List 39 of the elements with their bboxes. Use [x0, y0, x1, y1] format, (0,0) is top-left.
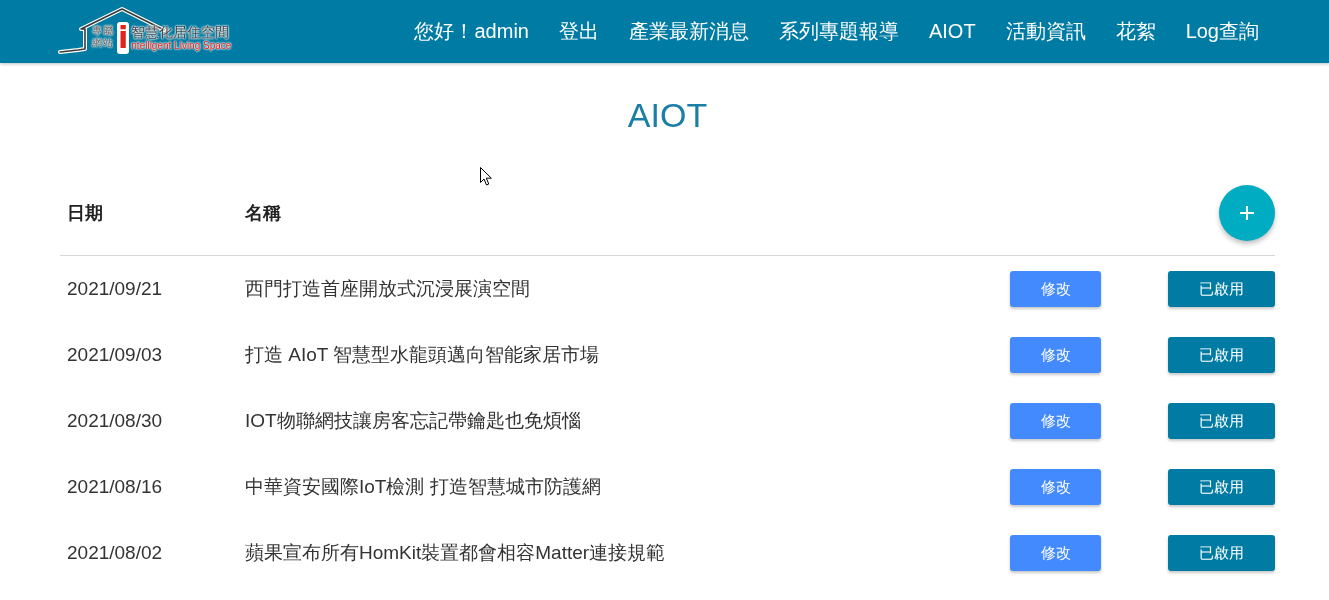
plus-icon	[1240, 206, 1254, 220]
column-header: 名稱	[244, 202, 281, 225]
date-cell-text: 2021/08/30	[66, 410, 163, 432]
logo-subtitle: ntelligent Living Space	[131, 39, 232, 52]
status-button[interactable]: 已啟用	[1168, 337, 1275, 373]
status-button[interactable]: 已啟用	[1168, 271, 1275, 307]
edit-button[interactable]: 修改	[1010, 469, 1101, 505]
page-title: AIOT	[626, 95, 709, 135]
edit-button[interactable]: 修改	[1010, 403, 1101, 439]
date-cell-text: 2021/08/16	[66, 476, 163, 498]
logo-tagline: 專屬	[92, 24, 114, 37]
date-cell-text: 2021/09/21	[66, 278, 163, 300]
nav-link[interactable]: AIOT	[928, 20, 976, 43]
edit-button[interactable]: 修改	[1010, 271, 1101, 307]
add-button[interactable]	[1219, 185, 1275, 241]
title-cell-text: 西門打造首座開放式沉浸展演空間	[244, 277, 530, 301]
nav-link[interactable]: Log查詢	[1185, 18, 1259, 45]
logo-letter: i	[117, 21, 130, 54]
nav-link[interactable]: 登出	[558, 18, 599, 45]
date-cell-text: 2021/09/03	[66, 344, 163, 366]
nav-link[interactable]: 系列專題報導	[778, 18, 899, 45]
nav-link[interactable]: 花絮	[1115, 18, 1156, 45]
edit-button[interactable]: 修改	[1010, 337, 1101, 373]
title-cell-text: IOT物聯網技讓房客忘記帶鑰匙也免煩惱	[244, 409, 581, 433]
nav-link[interactable]: 活動資訊	[1005, 18, 1086, 45]
nav-link[interactable]: 產業最新消息	[628, 18, 749, 45]
logo-title: 智慧化居住空間	[131, 23, 231, 40]
title-cell-text: 中華資安國際IoT檢測 打造智慧城市防護網	[244, 475, 601, 499]
column-header: 日期	[66, 202, 103, 225]
title-cell-text: 打造 AIoT 智慧型水龍頭邁向智能家居市場	[244, 343, 600, 367]
status-button[interactable]: 已啟用	[1168, 403, 1275, 439]
mouse-pointer-icon	[480, 167, 492, 186]
date-cell-text: 2021/08/02	[66, 542, 163, 564]
nav-link[interactable]: 您好！admin	[414, 18, 529, 45]
status-button[interactable]: 已啟用	[1168, 469, 1275, 505]
title-cell-text: 蘋果宣布所有HomKit裝置都會相容Matter連接規範	[244, 541, 666, 565]
status-button[interactable]: 已啟用	[1168, 535, 1275, 571]
logo-tagline: 網站	[92, 36, 114, 49]
edit-button[interactable]: 修改	[1010, 535, 1101, 571]
